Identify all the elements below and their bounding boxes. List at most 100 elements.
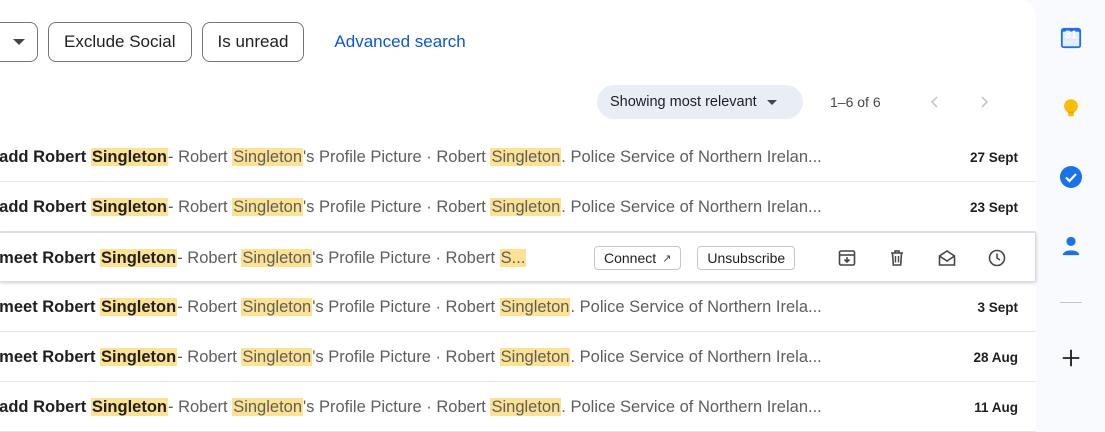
archive-icon (838, 250, 856, 266)
snippet-text: . Police Service of Northern Irelan... (561, 197, 822, 216)
chevron-down-icon (13, 39, 25, 45)
snippet-text: - Robert (168, 147, 233, 166)
search-highlight: Singleton (90, 147, 169, 166)
tasks-app-button[interactable] (1059, 165, 1083, 189)
archive-button[interactable] (833, 244, 861, 272)
search-highlight: Singleton (100, 248, 178, 267)
search-highlight: Singleton (490, 147, 562, 166)
search-highlight: Singleton (490, 397, 562, 416)
email-row[interactable]: , meet Robert Singleton - Robert Singlet… (0, 332, 1036, 382)
email-list: , add Robert Singleton - Robert Singleto… (0, 132, 1036, 432)
search-highlight: Singleton (241, 297, 313, 316)
snippet-text: - Robert (168, 397, 233, 416)
page-count: 1–6 of 6 (830, 94, 881, 110)
email-subject: , meet Robert Singleton (0, 297, 178, 317)
email-content: , add Robert Singleton - Robert Singleto… (0, 382, 822, 432)
email-snippet: - Robert Singleton's Profile Picture · R… (168, 147, 822, 167)
search-highlight: Singleton (499, 347, 571, 366)
snippet-text: . Police Service of Northern Irela... (570, 347, 822, 366)
clock-icon (988, 249, 1006, 267)
snooze-button[interactable] (983, 244, 1011, 272)
mark-read-button[interactable] (933, 244, 961, 272)
subject-prefix: , add Robert (0, 397, 91, 416)
mail-app: { "filters": { "chips": ["Exclude Social… (0, 0, 1105, 432)
side-panel-divider (1060, 302, 1082, 303)
email-snippet: - Robert Singleton's Profile Picture · R… (168, 197, 822, 217)
email-date: 27 Sept (969, 149, 1018, 165)
chevron-down-icon (766, 99, 777, 105)
lightbulb-icon (1064, 99, 1078, 117)
email-date: 3 Sept (977, 299, 1018, 315)
calendar-app-button[interactable]: 31 (1059, 26, 1083, 50)
trash-icon (891, 250, 904, 266)
email-content: , meet Robert Singleton - Robert Singlet… (0, 282, 822, 332)
search-highlight: Singleton (232, 147, 304, 166)
search-highlight: Singleton (241, 347, 313, 366)
search-highlight: Singleton (241, 248, 313, 267)
subject-prefix: , meet Robert (0, 248, 101, 267)
get-addons-button[interactable] (1059, 346, 1083, 370)
calendar-day: 31 (1064, 29, 1078, 41)
email-snippet: - Robert Singleton's Profile Picture · R… (177, 248, 527, 268)
advanced-search-link[interactable]: Advanced search (334, 32, 465, 52)
subject-prefix: , add Robert (0, 147, 91, 166)
open-envelope-icon (938, 250, 956, 266)
email-row[interactable]: , add Robert Singleton - Robert Singleto… (0, 182, 1036, 232)
subject-prefix: , meet Robert (0, 297, 101, 316)
email-date: 23 Sept (969, 199, 1018, 215)
unsubscribe-button[interactable]: Unsubscribe (697, 246, 796, 270)
search-highlight: Singleton (232, 197, 304, 216)
search-filter-chips: Exclude Social Is unread Advanced search (0, 22, 466, 62)
snippet-text: 's Profile Picture · Robert (303, 397, 491, 416)
delete-button[interactable] (883, 244, 911, 272)
subject-prefix: , add Robert (0, 197, 91, 216)
snippet-text: 's Profile Picture · Robert (303, 147, 491, 166)
row-hover-actions: Connect ↗ Unsubscribe (594, 233, 1011, 283)
email-content: , add Robert Singleton - Robert Singleto… (0, 182, 822, 232)
search-highlight: Singleton (490, 197, 562, 216)
snippet-text: - Robert (177, 248, 242, 267)
snippet-text: . Police Service of Northern Irela... (570, 297, 822, 316)
snippet-text: 's Profile Picture · Robert (312, 347, 500, 366)
keep-app-button[interactable] (1059, 96, 1083, 120)
email-row-hovered[interactable]: , meet Robert Singleton - Robert Singlet… (0, 232, 1036, 282)
email-row[interactable]: , meet Robert Singleton - Robert Singlet… (0, 282, 1036, 332)
side-panel: 31 (1036, 0, 1105, 432)
connect-button[interactable]: Connect ↗ (594, 246, 682, 270)
exclude-social-chip[interactable]: Exclude Social (48, 22, 192, 62)
chevron-right-icon (981, 96, 989, 108)
email-subject: , add Robert Singleton (0, 397, 169, 417)
subject-prefix: , meet Robert (0, 347, 101, 366)
next-page-button[interactable] (972, 90, 996, 114)
contacts-app-button[interactable] (1059, 234, 1083, 258)
snippet-text: 's Profile Picture · Robert (312, 297, 500, 316)
search-highlight: Singleton (100, 347, 178, 366)
snippet-text: - Robert (177, 347, 242, 366)
email-row[interactable]: , add Robert Singleton - Robert Singleto… (0, 132, 1036, 182)
previous-page-button[interactable] (923, 90, 947, 114)
email-date: 11 Aug (974, 399, 1018, 415)
search-highlight: Singleton (90, 197, 169, 216)
email-snippet: - Robert Singleton's Profile Picture · R… (177, 297, 822, 317)
email-content: , meet Robert Singleton - Robert Singlet… (0, 332, 822, 382)
email-content: , add Robert Singleton - Robert Singleto… (0, 132, 822, 182)
plus-icon (1062, 349, 1080, 367)
email-snippet: - Robert Singleton's Profile Picture · R… (177, 347, 822, 367)
search-highlight: Singleton (90, 397, 169, 416)
chevron-left-icon (930, 96, 938, 108)
snippet-text: 's Profile Picture · Robert (312, 248, 500, 267)
search-highlight: Singleton (499, 297, 571, 316)
search-highlight: Singleton (100, 297, 178, 316)
snippet-text: - Robert (177, 297, 242, 316)
search-highlight: Singleton (232, 397, 304, 416)
mail-list-panel: Exclude Social Is unread Advanced search… (0, 0, 1036, 432)
snippet-text: - Robert (168, 197, 233, 216)
person-icon (1062, 236, 1080, 256)
sort-relevance-dropdown[interactable]: Showing most relevant (597, 85, 803, 119)
tasks-check-icon (1060, 166, 1082, 188)
filter-dropdown-chip[interactable] (0, 22, 38, 62)
is-unread-chip[interactable]: Is unread (201, 22, 305, 62)
email-subject: , meet Robert Singleton (0, 347, 178, 367)
email-subject: , meet Robert Singleton (0, 248, 178, 268)
email-row[interactable]: , add Robert Singleton - Robert Singleto… (0, 382, 1036, 432)
